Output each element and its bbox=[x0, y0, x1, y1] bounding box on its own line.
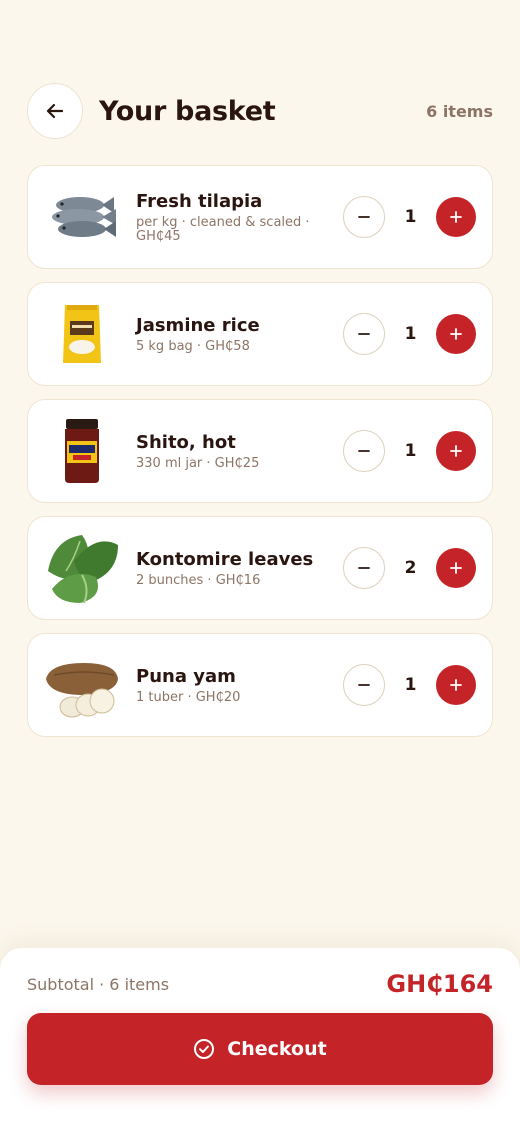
basket-list: Fresh tilapia per kg · cleaned & scaled … bbox=[27, 165, 493, 750]
increase-button[interactable] bbox=[436, 431, 476, 471]
page-title: Your basket bbox=[99, 95, 276, 127]
quantity-stepper: 1 bbox=[343, 664, 476, 706]
list-item: Fresh tilapia per kg · cleaned & scaled … bbox=[27, 165, 493, 269]
header: Your basket 6 items bbox=[27, 83, 493, 139]
quantity-value: 2 bbox=[404, 558, 417, 578]
increase-button[interactable] bbox=[436, 314, 476, 354]
minus-icon bbox=[358, 216, 370, 218]
rice-bag-image bbox=[44, 296, 120, 372]
plus-icon bbox=[450, 679, 462, 691]
decrease-button[interactable] bbox=[343, 313, 385, 355]
increase-button[interactable] bbox=[436, 197, 476, 237]
quantity-stepper: 2 bbox=[343, 547, 476, 589]
quantity-stepper: 1 bbox=[343, 430, 476, 472]
list-item: Puna yam 1 tuber · GH₵20 1 bbox=[27, 633, 493, 737]
item-name: Puna yam bbox=[136, 665, 236, 687]
item-meta: 5 kg bag · GH₵58 bbox=[136, 338, 250, 354]
item-meta: 2 bunches · GH₵16 bbox=[136, 572, 261, 588]
item-name: Shito, hot bbox=[136, 431, 236, 453]
plus-icon bbox=[450, 211, 462, 223]
quantity-value: 1 bbox=[404, 675, 417, 695]
item-meta: 330 ml jar · GH₵25 bbox=[136, 455, 260, 471]
increase-button[interactable] bbox=[436, 548, 476, 588]
subtotal-value: GH₵164 bbox=[386, 970, 493, 998]
quantity-value: 1 bbox=[404, 441, 417, 461]
item-meta: per kg · cleaned & scaled · GH₵45 bbox=[136, 214, 310, 244]
plus-icon bbox=[450, 328, 462, 340]
item-name: Jasmine rice bbox=[136, 314, 260, 336]
yam-image bbox=[44, 647, 120, 723]
plus-icon bbox=[450, 445, 462, 457]
increase-button[interactable] bbox=[436, 665, 476, 705]
item-name: Fresh tilapia bbox=[136, 190, 263, 212]
decrease-button[interactable] bbox=[343, 664, 385, 706]
checkout-panel: Subtotal · 6 items GH₵164 Checkout bbox=[0, 948, 520, 1125]
fish-image bbox=[44, 179, 120, 255]
quantity-stepper: 1 bbox=[343, 196, 476, 238]
plus-icon bbox=[450, 562, 462, 574]
back-button[interactable] bbox=[27, 83, 83, 139]
checkout-button[interactable]: Checkout bbox=[27, 1013, 493, 1085]
shito-jar-image bbox=[44, 413, 120, 489]
subtotal-label: Subtotal · 6 items bbox=[27, 974, 170, 994]
item-meta: 1 tuber · GH₵20 bbox=[136, 689, 241, 705]
minus-icon bbox=[358, 567, 370, 569]
quantity-stepper: 1 bbox=[343, 313, 476, 355]
minus-icon bbox=[358, 333, 370, 335]
leaves-image bbox=[44, 530, 120, 606]
list-item: Shito, hot 330 ml jar · GH₵25 1 bbox=[27, 399, 493, 503]
check-circle-icon bbox=[194, 1039, 215, 1059]
quantity-value: 1 bbox=[404, 324, 417, 344]
decrease-button[interactable] bbox=[343, 430, 385, 472]
subtotal-row: Subtotal · 6 items GH₵164 bbox=[27, 970, 493, 998]
quantity-value: 1 bbox=[404, 207, 417, 227]
list-item: Jasmine rice 5 kg bag · GH₵58 1 bbox=[27, 282, 493, 386]
minus-icon bbox=[358, 450, 370, 452]
decrease-button[interactable] bbox=[343, 547, 385, 589]
item-name: Kontomire leaves bbox=[136, 548, 314, 570]
list-item: Kontomire leaves 2 bunches · GH₵16 2 bbox=[27, 516, 493, 620]
item-count: 6 items bbox=[426, 101, 493, 121]
arrow-left-icon bbox=[46, 103, 64, 119]
checkout-label: Checkout bbox=[227, 1038, 327, 1060]
minus-icon bbox=[358, 684, 370, 686]
decrease-button[interactable] bbox=[343, 196, 385, 238]
